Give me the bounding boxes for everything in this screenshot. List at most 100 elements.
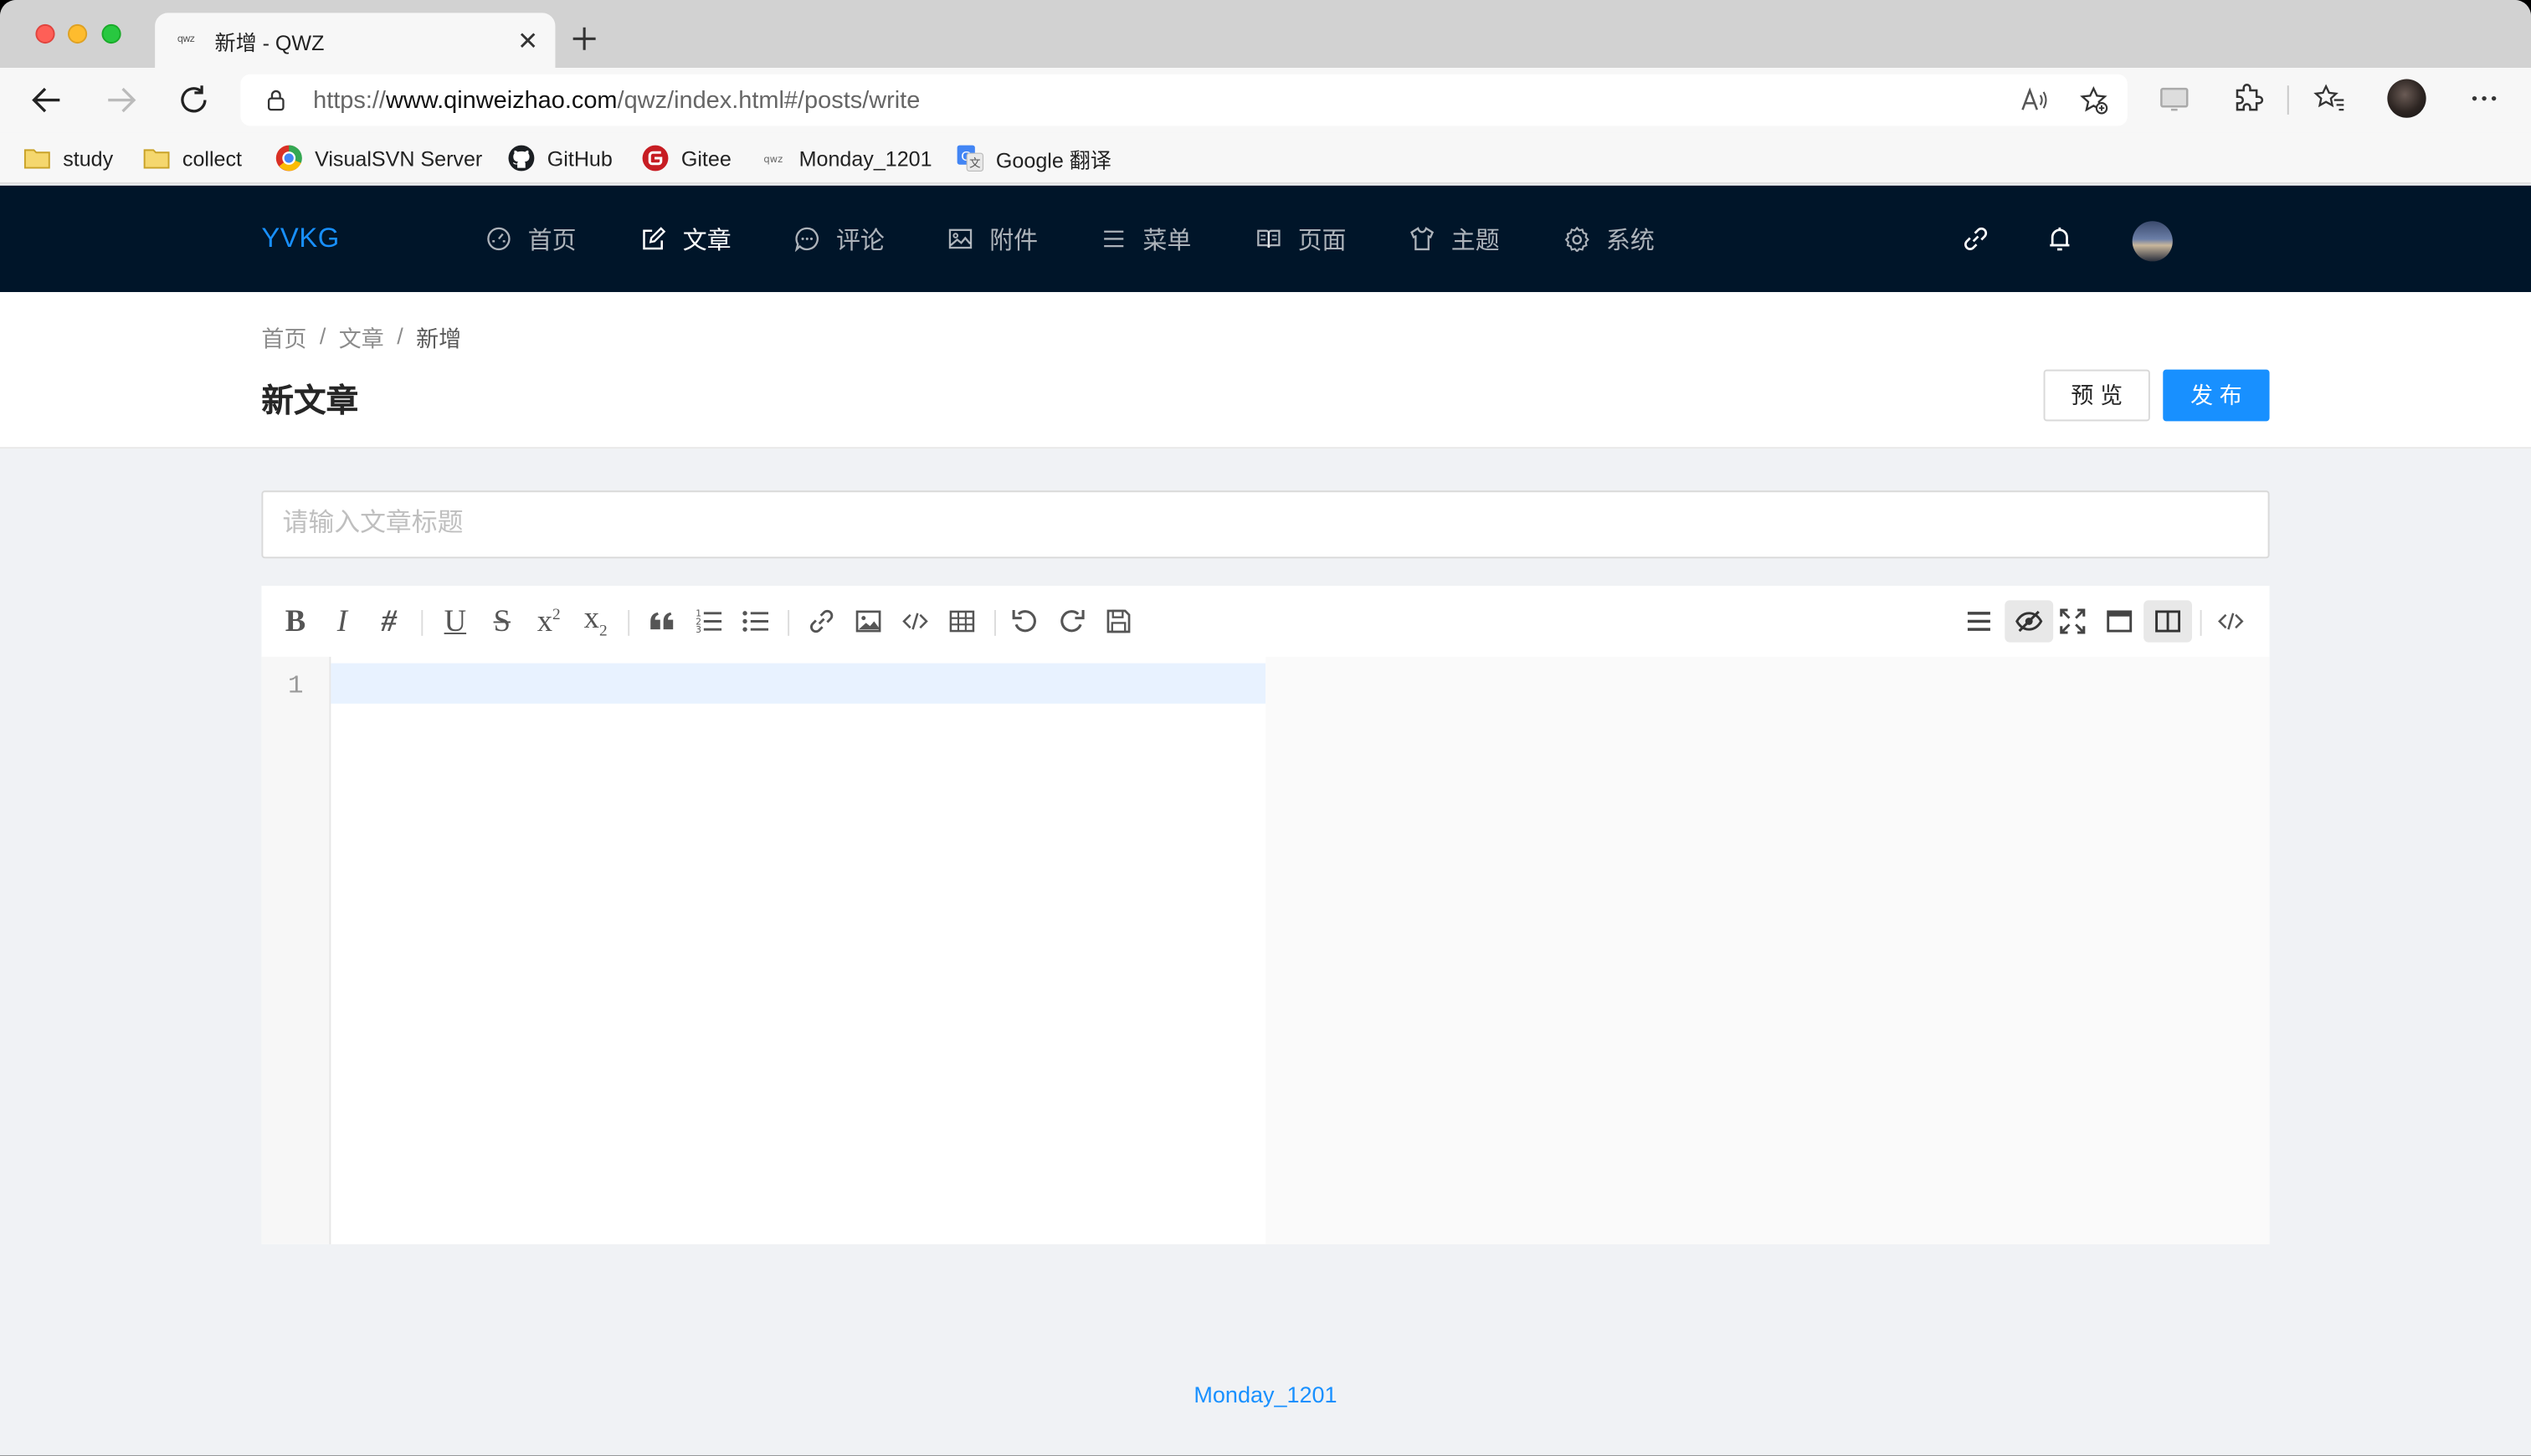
subfield-toggle-button[interactable]: [2143, 600, 2192, 643]
columns-icon: [2155, 610, 2181, 633]
navigation-button[interactable]: [1958, 600, 2000, 642]
breadcrumb-home[interactable]: 首页: [261, 323, 306, 356]
nav-item-themes[interactable]: 主题: [1409, 186, 1500, 292]
bookmark-google-translate[interactable]: G 文 Google 翻译: [956, 141, 1111, 176]
superscript-button[interactable]: x2: [528, 600, 570, 642]
profile-avatar[interactable]: [2387, 79, 2426, 118]
heading-icon: #: [381, 604, 397, 638]
read-mode-button[interactable]: [2098, 600, 2140, 642]
heading-button[interactable]: #: [368, 600, 410, 642]
html-code-icon: [2218, 613, 2244, 630]
subscript-button[interactable]: x2: [575, 600, 617, 642]
url-host: www.qinweizhao.com: [385, 87, 618, 115]
unordered-list-button[interactable]: [734, 600, 776, 642]
minimize-window-button[interactable]: [68, 23, 88, 44]
window-icon: [2107, 610, 2133, 633]
publish-button[interactable]: 发布: [2163, 369, 2270, 422]
toolbar-divider: [2200, 609, 2202, 636]
undo-button[interactable]: [1004, 600, 1046, 642]
nav-item-pages[interactable]: 页面: [1255, 186, 1346, 292]
redo-button[interactable]: [1051, 600, 1093, 642]
user-avatar[interactable]: [2132, 221, 2173, 262]
github-icon: [508, 145, 535, 172]
brand-logo[interactable]: YVKG: [261, 223, 339, 255]
more-options-icon[interactable]: [2468, 82, 2501, 115]
html-code-button[interactable]: [2210, 600, 2251, 642]
quote-icon: [650, 612, 674, 630]
nav-item-posts[interactable]: 文章: [641, 186, 732, 292]
markdown-preview-pane: [1265, 656, 2270, 1244]
toolbar-divider: [421, 609, 424, 636]
page-title: 新文章: [261, 383, 359, 420]
save-button[interactable]: [1097, 600, 1139, 642]
code-icon: [902, 613, 928, 630]
bookmark-gitee[interactable]: Gitee: [641, 141, 732, 176]
bookmark-label: VisualSVN Server: [315, 146, 483, 171]
nav-item-menus[interactable]: 菜单: [1101, 186, 1191, 292]
google-translate-icon: G 文: [957, 145, 984, 172]
maximize-window-button[interactable]: [101, 23, 121, 44]
code-button[interactable]: [894, 600, 936, 642]
bookmark-label: study: [63, 146, 114, 171]
bookmark-label: Google 翻译: [995, 147, 1111, 172]
toolbar-divider: [788, 609, 790, 636]
breadcrumb-separator: /: [397, 322, 403, 349]
nav-item-system[interactable]: 系统: [1564, 186, 1655, 292]
extensions-icon[interactable]: [2232, 82, 2265, 115]
line-number: 1: [288, 671, 304, 700]
bookmark-study[interactable]: study: [23, 141, 113, 176]
bookmark-visualsvn[interactable]: VisualSVN Server: [275, 141, 482, 176]
screen-cast-icon[interactable]: [2159, 82, 2191, 115]
nav-label: 系统: [1605, 226, 1655, 254]
redo-icon: [1060, 609, 1085, 633]
close-window-button[interactable]: [35, 23, 55, 44]
table-button[interactable]: [941, 600, 983, 642]
url-text[interactable]: https://www.qinweizhao.com/qwz/index.htm…: [313, 87, 920, 115]
bookmark-label: Gitee: [680, 146, 732, 171]
image-button[interactable]: [847, 600, 889, 642]
browser-tab[interactable]: qwz 新增 - QWZ: [155, 13, 556, 68]
underline-button[interactable]: U: [434, 600, 476, 642]
reload-icon[interactable]: [176, 82, 211, 117]
favorite-star-icon[interactable]: [2079, 85, 2108, 115]
quote-button[interactable]: [641, 600, 683, 642]
preview-button[interactable]: 预览: [2043, 369, 2150, 422]
bookmark-monday[interactable]: qwz Monday_1201: [758, 141, 932, 176]
favorites-icon[interactable]: [2313, 82, 2346, 115]
bold-button[interactable]: B: [275, 600, 316, 642]
bookmark-collect[interactable]: collect: [142, 141, 242, 176]
editor-active-line[interactable]: [331, 663, 1266, 704]
bookmark-github[interactable]: GitHub: [507, 141, 613, 176]
link-icon[interactable]: [1961, 224, 1990, 254]
image-icon: [855, 610, 881, 633]
save-icon: [1106, 609, 1131, 633]
close-tab-icon[interactable]: [516, 29, 539, 52]
new-tab-icon[interactable]: [570, 24, 599, 54]
fullscreen-button[interactable]: [2051, 600, 2093, 642]
link-button[interactable]: [801, 600, 843, 642]
qwz-icon: qwz: [763, 153, 783, 165]
ordered-list-button[interactable]: 1 2 3: [688, 600, 730, 642]
lock-icon[interactable]: [264, 89, 287, 111]
strikethrough-button[interactable]: S: [481, 600, 523, 642]
italic-button[interactable]: I: [321, 600, 363, 642]
nav-label: 菜单: [1142, 226, 1192, 254]
back-icon[interactable]: [29, 82, 64, 117]
preview-toggle-button[interactable]: [2005, 600, 2054, 643]
subscript-icon: x2: [583, 601, 608, 640]
post-title-input[interactable]: [261, 490, 2270, 559]
tab-title: 新增 - QWZ: [214, 30, 325, 55]
svg-text:qwz: qwz: [763, 153, 783, 165]
nav-item-comments[interactable]: 评论: [794, 186, 885, 292]
read-aloud-icon[interactable]: [2020, 85, 2049, 115]
address-bar[interactable]: https://www.qinweizhao.com/qwz/index.htm…: [240, 74, 2128, 126]
nav-item-dashboard[interactable]: 首页: [486, 186, 577, 292]
breadcrumb-posts[interactable]: 文章: [339, 323, 384, 356]
navigation-icon: [1967, 612, 1990, 631]
bell-icon[interactable]: [2046, 224, 2075, 254]
nav-item-attachments[interactable]: 附件: [947, 186, 1038, 292]
bookmark-label: GitHub: [547, 146, 613, 171]
forward-icon[interactable]: [103, 82, 138, 117]
footer-link[interactable]: Monday_1201: [0, 1382, 2531, 1407]
breadcrumb-current: 新增: [416, 326, 462, 352]
